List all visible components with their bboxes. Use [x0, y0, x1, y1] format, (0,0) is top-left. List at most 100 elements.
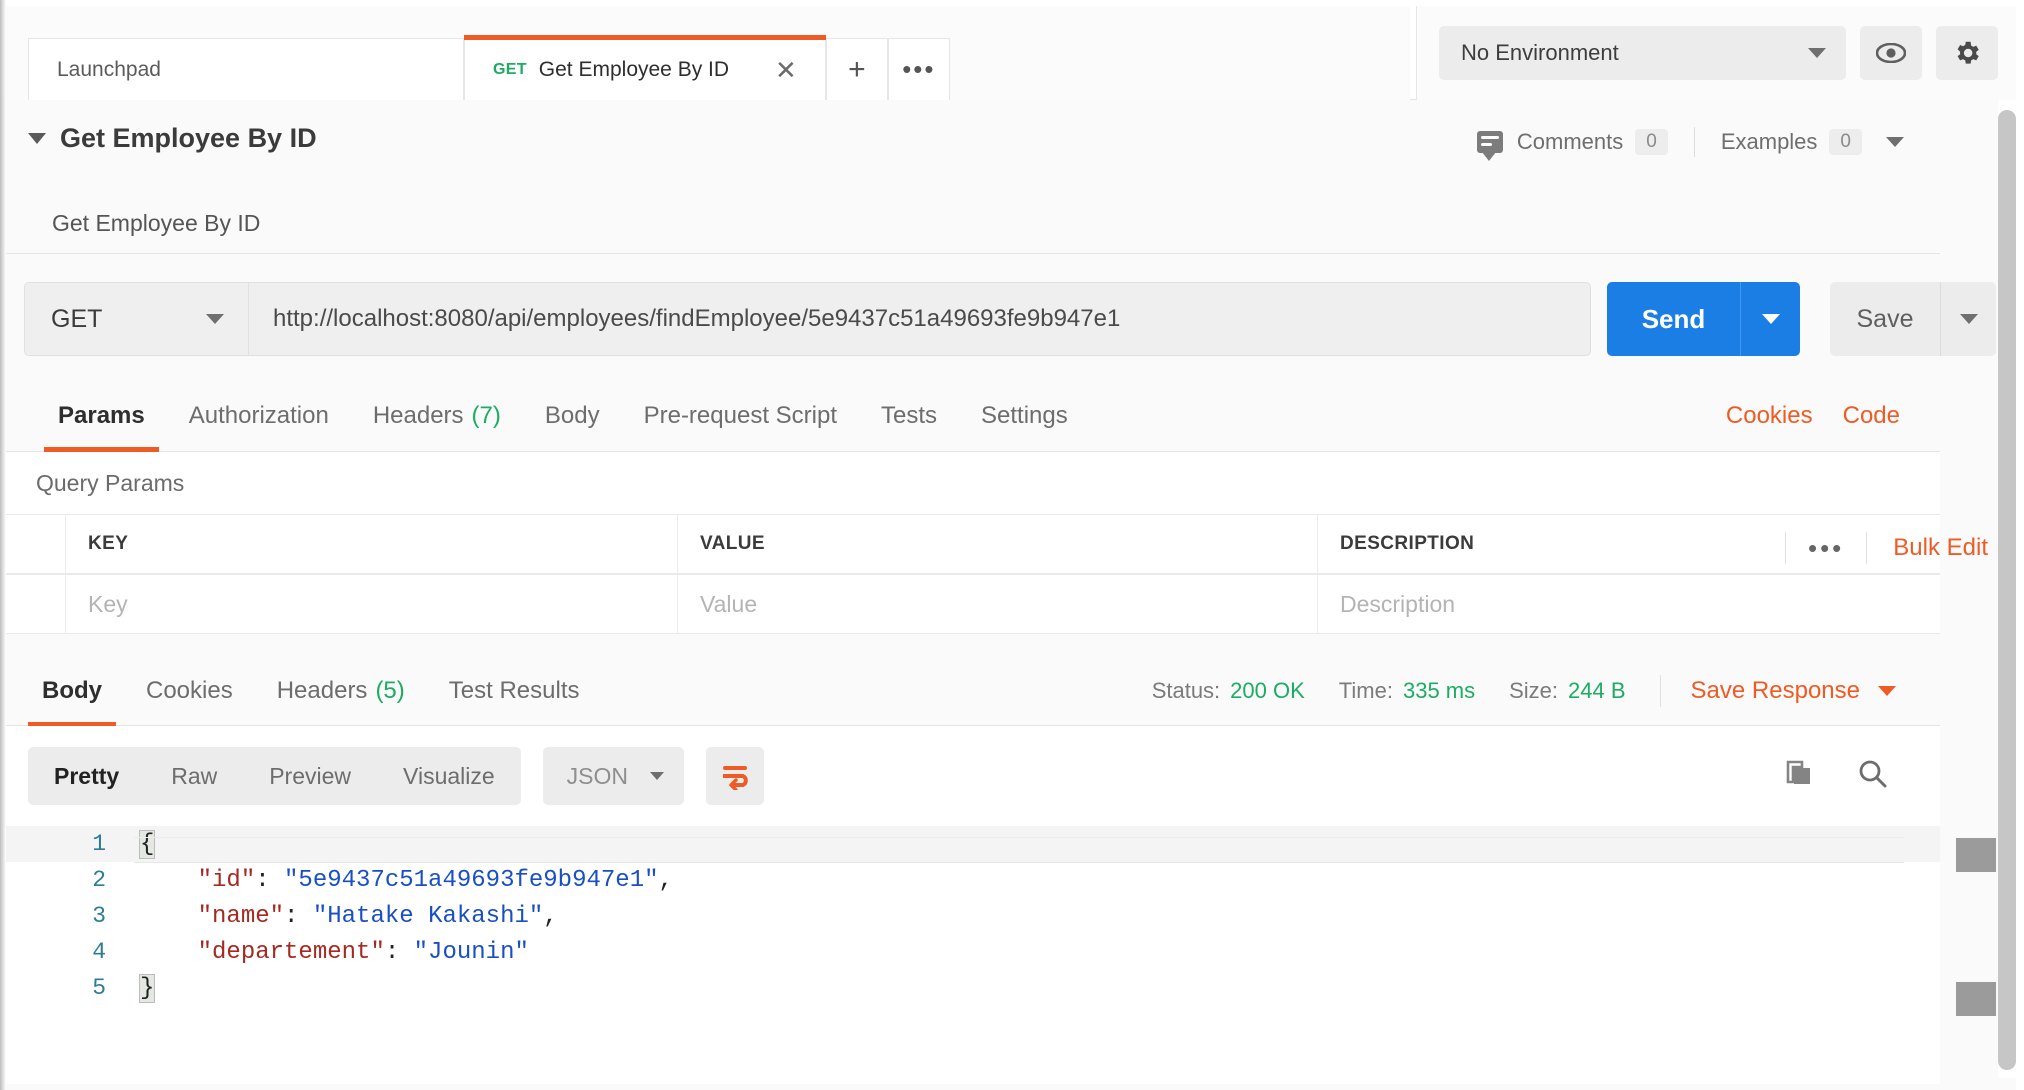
environment-bar: No Environment — [1416, 6, 2024, 100]
url-input[interactable]: http://localhost:8080/api/employees/find… — [248, 282, 1591, 356]
response-body-editor[interactable]: 1{2 "id": "5e9437c51a49693fe9b947e1",3 "… — [6, 826, 1940, 1084]
tab-params[interactable]: Params — [36, 380, 167, 452]
editor-line: 4 "departement": "Jounin" — [6, 934, 1940, 970]
code-token: "name" — [198, 903, 284, 930]
param-key-input[interactable]: Key — [88, 591, 128, 618]
tab-headers[interactable]: Headers (7) — [351, 380, 523, 452]
time-label: Time: — [1339, 678, 1393, 704]
tab-headers-label: Headers — [373, 402, 464, 430]
table-row[interactable]: Key Value Description — [6, 574, 1940, 634]
page-title-label: Get Employee By ID — [60, 123, 317, 154]
code-token: "5e9437c51a49693fe9b947e1" — [284, 867, 658, 894]
line-number: 3 — [6, 903, 134, 929]
save-button[interactable]: Save — [1830, 282, 1940, 356]
http-method-select[interactable]: GET — [24, 282, 248, 356]
line-content: "name": "Hatake Kakashi", — [134, 903, 558, 930]
send-options-button[interactable] — [1740, 282, 1800, 356]
response-tab-headers-count: (5) — [375, 677, 404, 705]
param-description-input[interactable]: Description — [1340, 591, 1455, 618]
view-mode-pretty[interactable]: Pretty — [28, 763, 145, 790]
editor-scroll-marker — [1956, 982, 1996, 1016]
bulk-edit-link[interactable]: Bulk Edit — [1893, 534, 1988, 562]
tab-pre-request-script-label: Pre-request Script — [644, 402, 837, 430]
code-token: } — [140, 975, 154, 1002]
response-tab-headers[interactable]: Headers (5) — [255, 655, 427, 727]
response-body-tools — [1782, 758, 1918, 795]
divider — [1866, 532, 1867, 564]
chevron-down-icon — [1808, 48, 1826, 58]
response-tab-cookies-label: Cookies — [146, 677, 233, 705]
row-checkbox-gutter[interactable] — [6, 575, 66, 633]
eye-icon[interactable] — [1860, 26, 1922, 80]
response-tab-body[interactable]: Body — [20, 655, 124, 727]
more-options-icon[interactable]: ••• — [1786, 533, 1866, 564]
save-options-button[interactable] — [1940, 282, 1996, 356]
environment-select[interactable]: No Environment — [1439, 26, 1846, 80]
tab-pre-request-script[interactable]: Pre-request Script — [622, 380, 859, 452]
response-meta: Status: 200 OK Time: 335 ms Size: 244 B … — [1152, 675, 1940, 707]
code-token: : — [255, 867, 284, 894]
chevron-down-icon[interactable] — [1886, 137, 1904, 147]
tab-tests[interactable]: Tests — [859, 380, 959, 452]
code-token — [140, 867, 198, 894]
send-button[interactable]: Send — [1607, 282, 1740, 356]
examples-label: Examples — [1721, 129, 1818, 155]
line-content: } — [134, 975, 154, 1002]
url-input-value: http://localhost:8080/api/employees/find… — [273, 305, 1120, 333]
tab-settings[interactable]: Settings — [959, 380, 1090, 452]
collapse-triangle-icon[interactable] — [28, 133, 46, 144]
code-token: "Hatake Kakashi" — [313, 903, 543, 930]
comments-label: Comments — [1517, 129, 1623, 155]
line-content: { — [134, 831, 154, 858]
new-tab-button[interactable]: + — [826, 38, 888, 100]
close-icon[interactable]: ✕ — [775, 57, 797, 83]
view-mode-raw[interactable]: Raw — [145, 763, 243, 790]
window-left-edge — [0, 0, 6, 1090]
cookies-link[interactable]: Cookies — [1726, 402, 1813, 430]
code-link[interactable]: Code — [1843, 402, 1900, 430]
line-content: "departement": "Jounin" — [134, 939, 529, 966]
response-tab-cookies[interactable]: Cookies — [124, 655, 255, 727]
vertical-scrollbar-thumb[interactable] — [1998, 110, 2016, 1070]
page-title[interactable]: Get Employee By ID — [28, 123, 317, 154]
line-number: 1 — [6, 831, 134, 857]
editor-lines: 1{2 "id": "5e9437c51a49693fe9b947e1",3 "… — [6, 826, 1940, 1006]
tab-authorization[interactable]: Authorization — [167, 380, 351, 452]
tab-method-badge: GET — [493, 61, 527, 79]
chevron-down-icon — [1762, 314, 1780, 324]
environment-selected-label: No Environment — [1461, 40, 1619, 66]
code-token — [140, 903, 198, 930]
gear-icon[interactable] — [1936, 26, 1998, 80]
request-tabs: Params Authorization Headers (7) Body Pr… — [6, 380, 1940, 452]
response-format-label: JSON — [567, 763, 628, 790]
tab-params-label: Params — [58, 402, 145, 430]
table-header-row: KEY VALUE DESCRIPTION — [6, 514, 1940, 574]
examples-button[interactable]: Examples 0 — [1721, 129, 1904, 155]
search-icon[interactable] — [1856, 758, 1890, 795]
chevron-down-icon — [650, 772, 664, 780]
url-bar: GET http://localhost:8080/api/employees/… — [6, 265, 1940, 373]
divider — [1660, 675, 1661, 707]
request-description[interactable]: Get Employee By ID — [52, 210, 260, 237]
word-wrap-icon[interactable] — [706, 747, 764, 805]
examples-count: 0 — [1829, 129, 1862, 155]
code-token: , — [543, 903, 557, 930]
view-mode-preview[interactable]: Preview — [243, 763, 377, 790]
tab-body[interactable]: Body — [523, 380, 622, 452]
code-token: : — [385, 939, 414, 966]
response-tab-test-results[interactable]: Test Results — [427, 655, 602, 727]
size-label: Size: — [1509, 678, 1558, 704]
tab-options-icon[interactable]: ••• — [888, 38, 950, 100]
response-tab-headers-label: Headers — [277, 677, 368, 705]
response-format-select[interactable]: JSON — [543, 747, 684, 805]
copy-icon[interactable] — [1782, 758, 1816, 795]
postman-app: Launchpad GET Get Employee By ID ✕ + •••… — [0, 0, 2024, 1090]
tab-get-employee-by-id[interactable]: GET Get Employee By ID ✕ — [464, 38, 826, 100]
request-tabs-right-links: Cookies Code — [1726, 402, 1940, 430]
tab-launchpad[interactable]: Launchpad — [28, 38, 464, 100]
chevron-down-icon[interactable] — [1878, 686, 1896, 696]
comments-button[interactable]: Comments 0 — [1477, 129, 1668, 155]
view-mode-visualize[interactable]: Visualize — [377, 763, 521, 790]
param-value-input[interactable]: Value — [700, 591, 757, 618]
save-response-button[interactable]: Save Response — [1691, 677, 1860, 705]
